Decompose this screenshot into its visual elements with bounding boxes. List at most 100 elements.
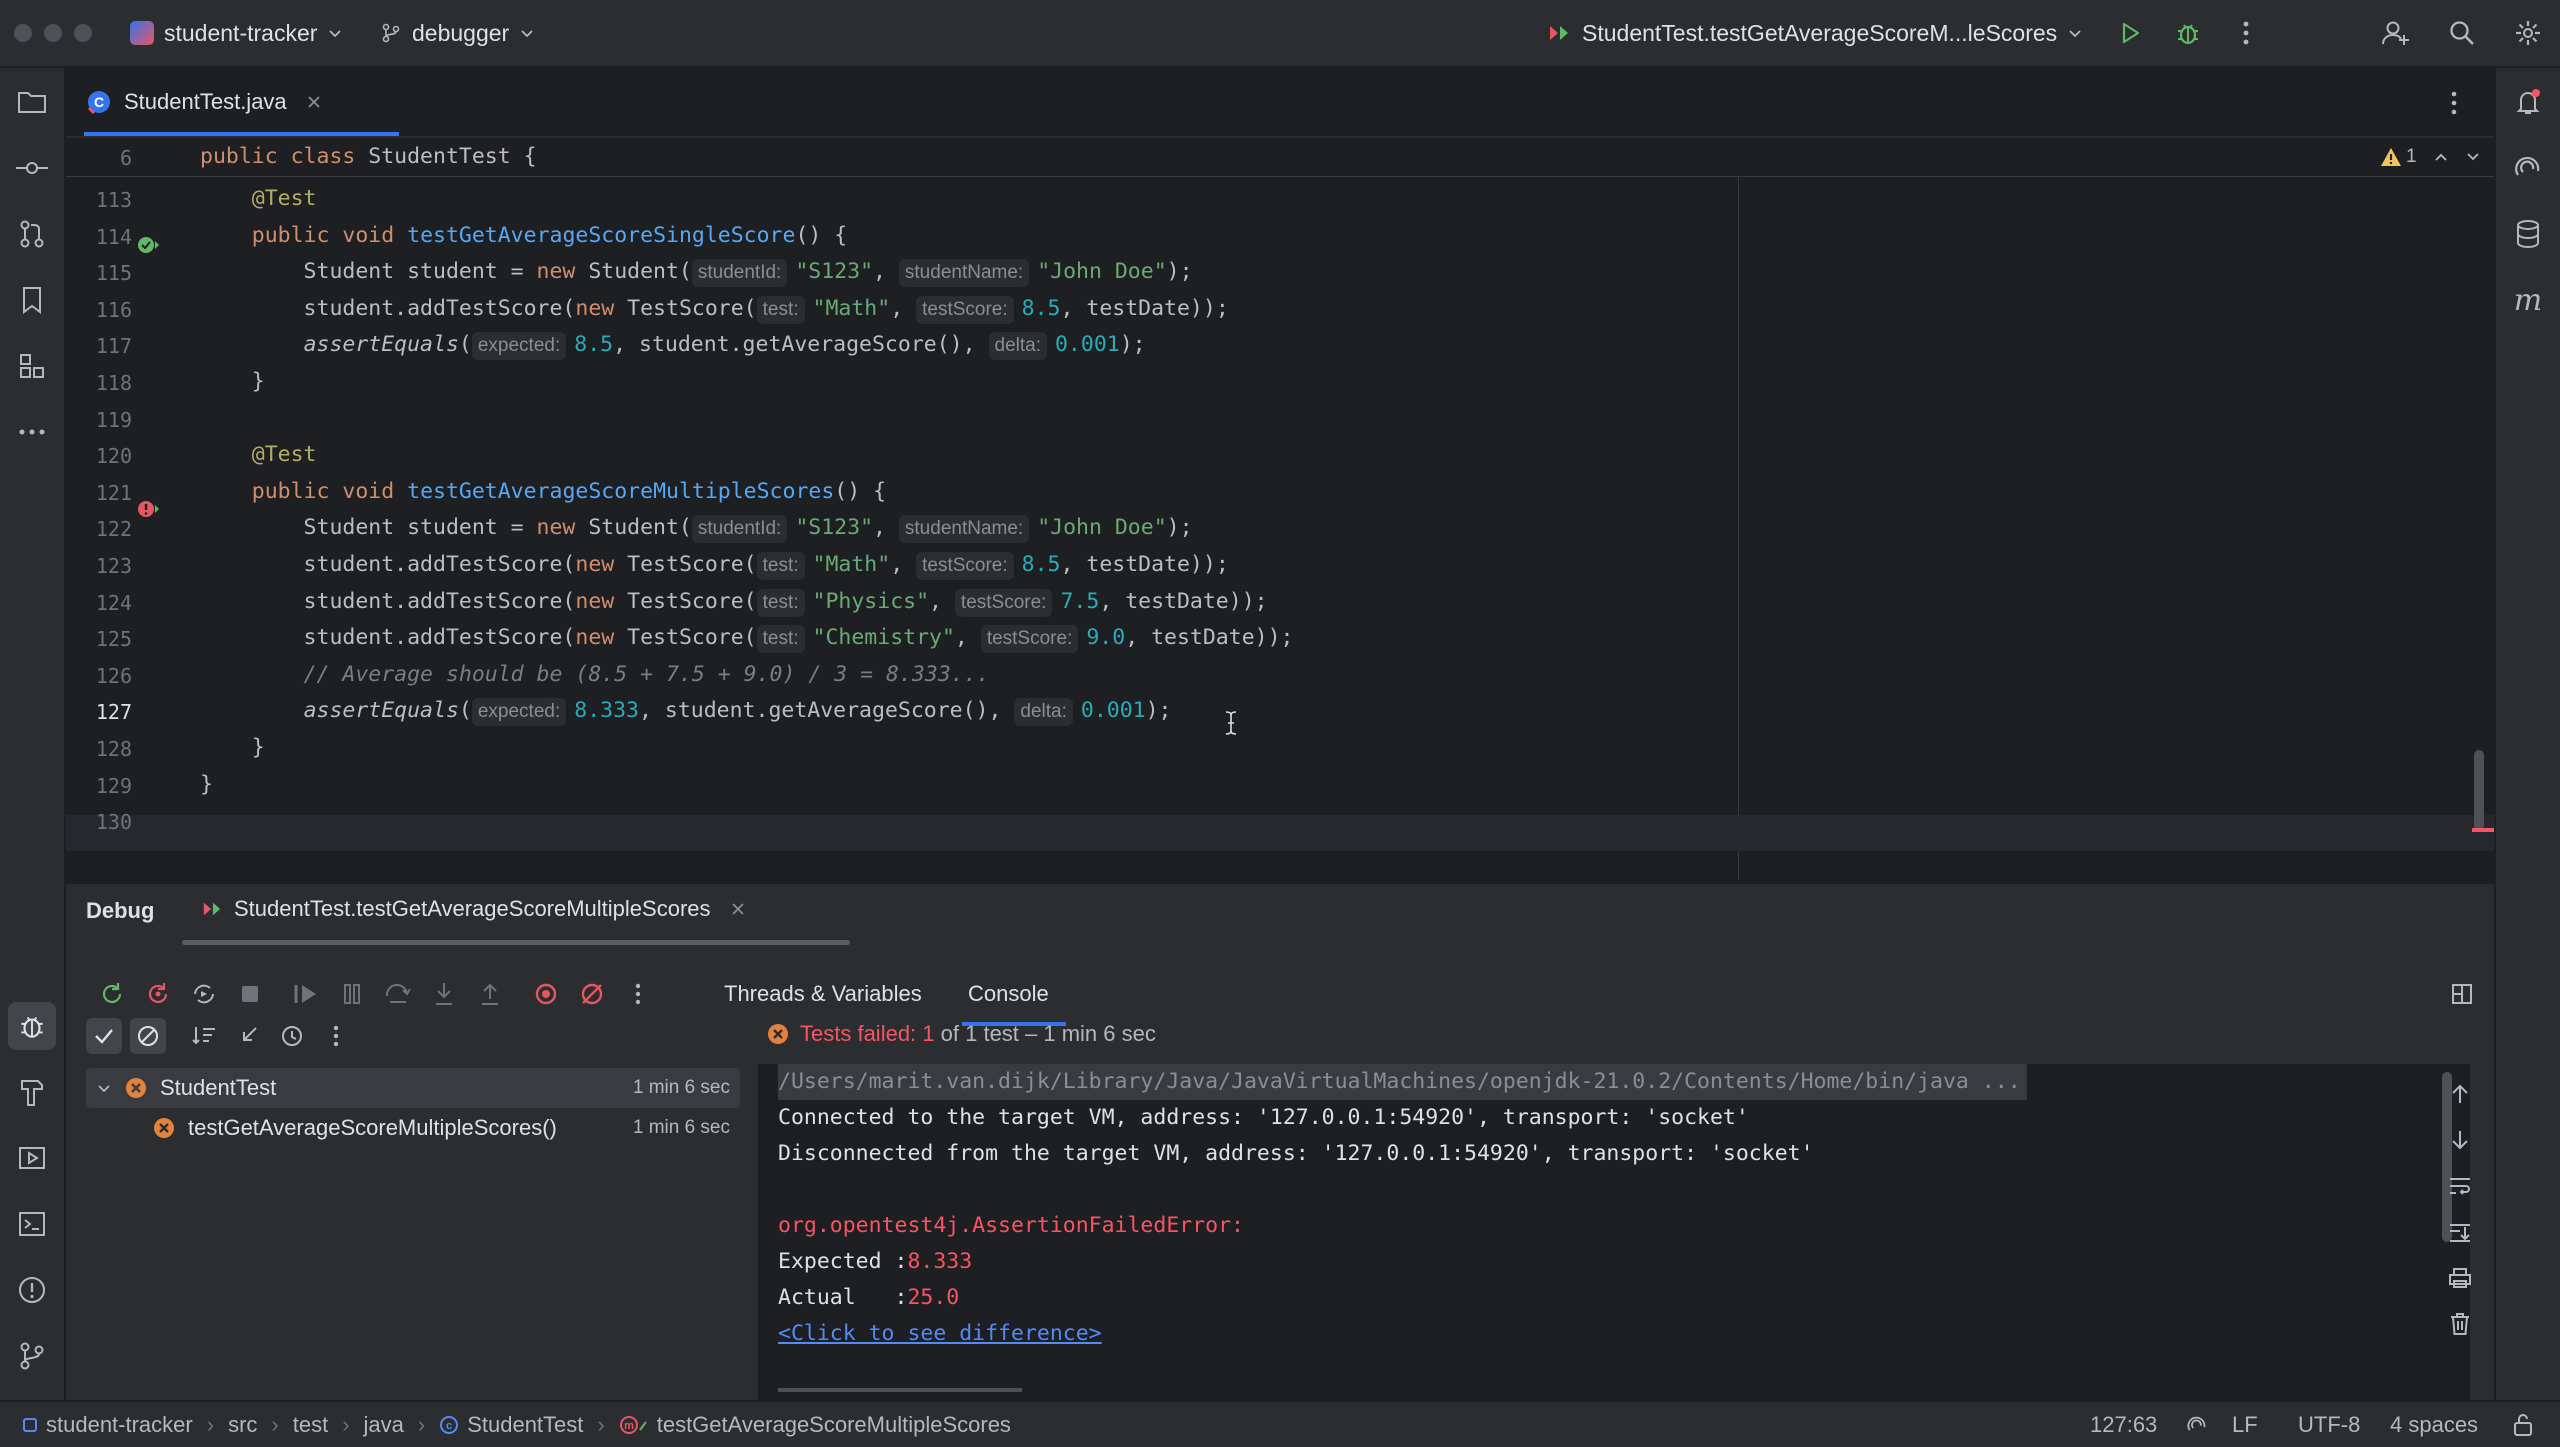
pause-program-icon[interactable] (334, 976, 370, 1012)
code-line[interactable]: assertEquals(expected: 8.5, student.getAv… (200, 327, 1146, 363)
down-arrow-icon[interactable] (2442, 1122, 2478, 1158)
next-highlight-icon[interactable] (2465, 149, 2481, 165)
tab-actions-icon[interactable] (2450, 90, 2458, 116)
view-breakpoints-icon[interactable] (528, 976, 564, 1012)
test-history-icon[interactable] (274, 1018, 310, 1054)
lock-icon[interactable] (2512, 1402, 2534, 1447)
layout-settings-icon[interactable] (2444, 976, 2480, 1012)
run-config-selector[interactable]: StudentTest.testGetAverageScoreM...leSco… (1546, 0, 2083, 66)
mute-breakpoints-icon[interactable] (574, 976, 610, 1012)
code-line[interactable]: @Test (200, 437, 317, 473)
build-hammer-icon[interactable] (14, 1074, 50, 1110)
clear-all-trash-icon[interactable] (2442, 1306, 2478, 1342)
test-passed-gutter-icon[interactable] (136, 233, 160, 257)
ai-assistant-icon[interactable] (2510, 150, 2546, 186)
editor-tab-active[interactable]: C StudentTest.java (86, 68, 321, 136)
tab-console[interactable]: Console (968, 974, 1049, 1014)
console-command-line[interactable]: /Users/marit.van.dijk/Library/Java/JavaV… (778, 1064, 2027, 1100)
sticky-scroll-header[interactable]: 6 public class StudentTest { (66, 138, 2494, 177)
test-failed-gutter-icon[interactable] (136, 497, 160, 521)
window-close-button[interactable] (14, 24, 32, 42)
pull-requests-icon[interactable] (14, 216, 50, 252)
code-line[interactable]: @Test (200, 181, 317, 217)
structure-icon[interactable] (14, 348, 50, 384)
step-into-icon[interactable] (426, 976, 462, 1012)
stop-icon[interactable] (232, 976, 268, 1012)
rerun-failed-tests-icon[interactable] (140, 976, 176, 1012)
up-arrow-icon[interactable] (2442, 1076, 2478, 1112)
project-selector[interactable]: student-tracker (130, 0, 343, 66)
code-line[interactable]: Student student = new Student(studentId:… (200, 510, 1193, 546)
expand-chevron-icon[interactable] (96, 1080, 112, 1096)
step-over-icon[interactable] (380, 976, 416, 1012)
console-horizontal-scrollbar[interactable] (778, 1388, 1022, 1392)
code-line[interactable]: public void testGetAverageScoreMultipleS… (200, 474, 886, 510)
step-out-icon[interactable] (472, 976, 508, 1012)
code-line[interactable]: assertEquals(expected: 8.333, student.get… (200, 693, 1172, 729)
code-line[interactable]: student.addTestScore(new TestScore(test:… (200, 291, 1229, 327)
debug-icon[interactable] (2170, 15, 2206, 51)
more-actions-icon[interactable] (2228, 15, 2264, 51)
code-line[interactable]: } (200, 767, 213, 803)
caret-position[interactable]: 127:63 (2090, 1402, 2157, 1447)
show-passed-toggle-icon[interactable] (86, 1018, 122, 1054)
close-session-icon[interactable] (731, 902, 745, 916)
breadcrumb-project[interactable]: student-tracker (46, 1412, 193, 1438)
previous-highlight-icon[interactable] (2433, 149, 2449, 165)
print-icon[interactable] (2442, 1260, 2478, 1296)
notifications-bell-icon[interactable] (2510, 84, 2546, 120)
code-line[interactable]: } (200, 730, 265, 766)
code-line[interactable]: } (200, 364, 265, 400)
scroll-to-end-icon[interactable] (2442, 1214, 2478, 1250)
breadcrumb-method[interactable]: testGetAverageScoreMultipleScores (657, 1412, 1011, 1438)
test-tree-row-method[interactable]: testGetAverageScoreMultipleScores() 1 mi… (86, 1108, 740, 1148)
resume-program-icon[interactable] (288, 976, 324, 1012)
settings-gear-icon[interactable] (2510, 15, 2546, 51)
editor-scrollbar-thumb[interactable] (2474, 750, 2484, 830)
search-icon[interactable] (2444, 15, 2480, 51)
inspection-widget[interactable]: 1 (2380, 146, 2481, 168)
show-ignored-toggle-icon[interactable] (130, 1018, 166, 1054)
close-tab-icon[interactable] (307, 95, 321, 109)
project-folder-icon[interactable] (14, 84, 50, 120)
code-line[interactable]: public void testGetAverageScoreSingleSco… (200, 218, 847, 254)
rerun-icon[interactable] (94, 976, 130, 1012)
sort-icon[interactable] (186, 1018, 222, 1054)
window-zoom-button[interactable] (74, 24, 92, 42)
line-ending[interactable]: LF (2232, 1402, 2258, 1447)
more-tools-icon[interactable] (14, 414, 50, 450)
file-encoding[interactable]: UTF-8 (2298, 1402, 2360, 1447)
breadcrumb-java[interactable]: java (364, 1412, 404, 1438)
code-line[interactable]: Student student = new Student(studentId:… (200, 254, 1193, 290)
debug-tool-window-icon[interactable] (8, 1002, 56, 1050)
problems-icon[interactable] (14, 1272, 50, 1308)
soft-wrap-icon[interactable] (2442, 1168, 2478, 1204)
collapse-all-icon[interactable] (230, 1018, 266, 1054)
breadcrumb-class[interactable]: StudentTest (467, 1412, 583, 1438)
code-line[interactable]: // Average should be (8.5 + 7.5 + 9.0) /… (200, 657, 990, 693)
maven-icon[interactable]: m (2510, 282, 2546, 318)
indent-setting[interactable]: 4 spaces (2390, 1402, 2478, 1447)
debug-session-tab[interactable]: StudentTest.testGetAverageScoreMultipleS… (200, 896, 745, 922)
breadcrumb-src[interactable]: src (228, 1412, 257, 1438)
see-difference-link[interactable]: <Click to see difference> (778, 1316, 1102, 1352)
toggle-auto-test-icon[interactable] (186, 976, 222, 1012)
code-editor[interactable]: 113 @Test 114 public void testGetAverageS… (66, 138, 2494, 880)
ai-status-icon[interactable] (2186, 1402, 2208, 1447)
services-icon[interactable] (14, 1140, 50, 1176)
error-stripe-marker[interactable] (2472, 828, 2494, 832)
test-tree-row-class[interactable]: StudentTest 1 min 6 sec (86, 1068, 740, 1108)
breadcrumb-test[interactable]: test (293, 1412, 328, 1438)
database-icon[interactable] (2510, 216, 2546, 252)
window-minimize-button[interactable] (44, 24, 62, 42)
tab-threads-variables[interactable]: Threads & Variables (724, 974, 922, 1014)
commit-icon[interactable] (14, 150, 50, 186)
terminal-icon[interactable] (14, 1206, 50, 1242)
code-line[interactable]: student.addTestScore(new TestScore(test:… (200, 620, 1293, 656)
add-user-icon[interactable] (2378, 15, 2414, 51)
branch-selector[interactable]: debugger (380, 0, 535, 66)
code-line[interactable]: student.addTestScore(new TestScore(test:… (200, 547, 1229, 583)
console-output[interactable]: /Users/marit.van.dijk/Library/Java/JavaV… (758, 1064, 2470, 1402)
run-icon[interactable] (2112, 15, 2148, 51)
more-test-options-icon[interactable] (318, 1018, 354, 1054)
